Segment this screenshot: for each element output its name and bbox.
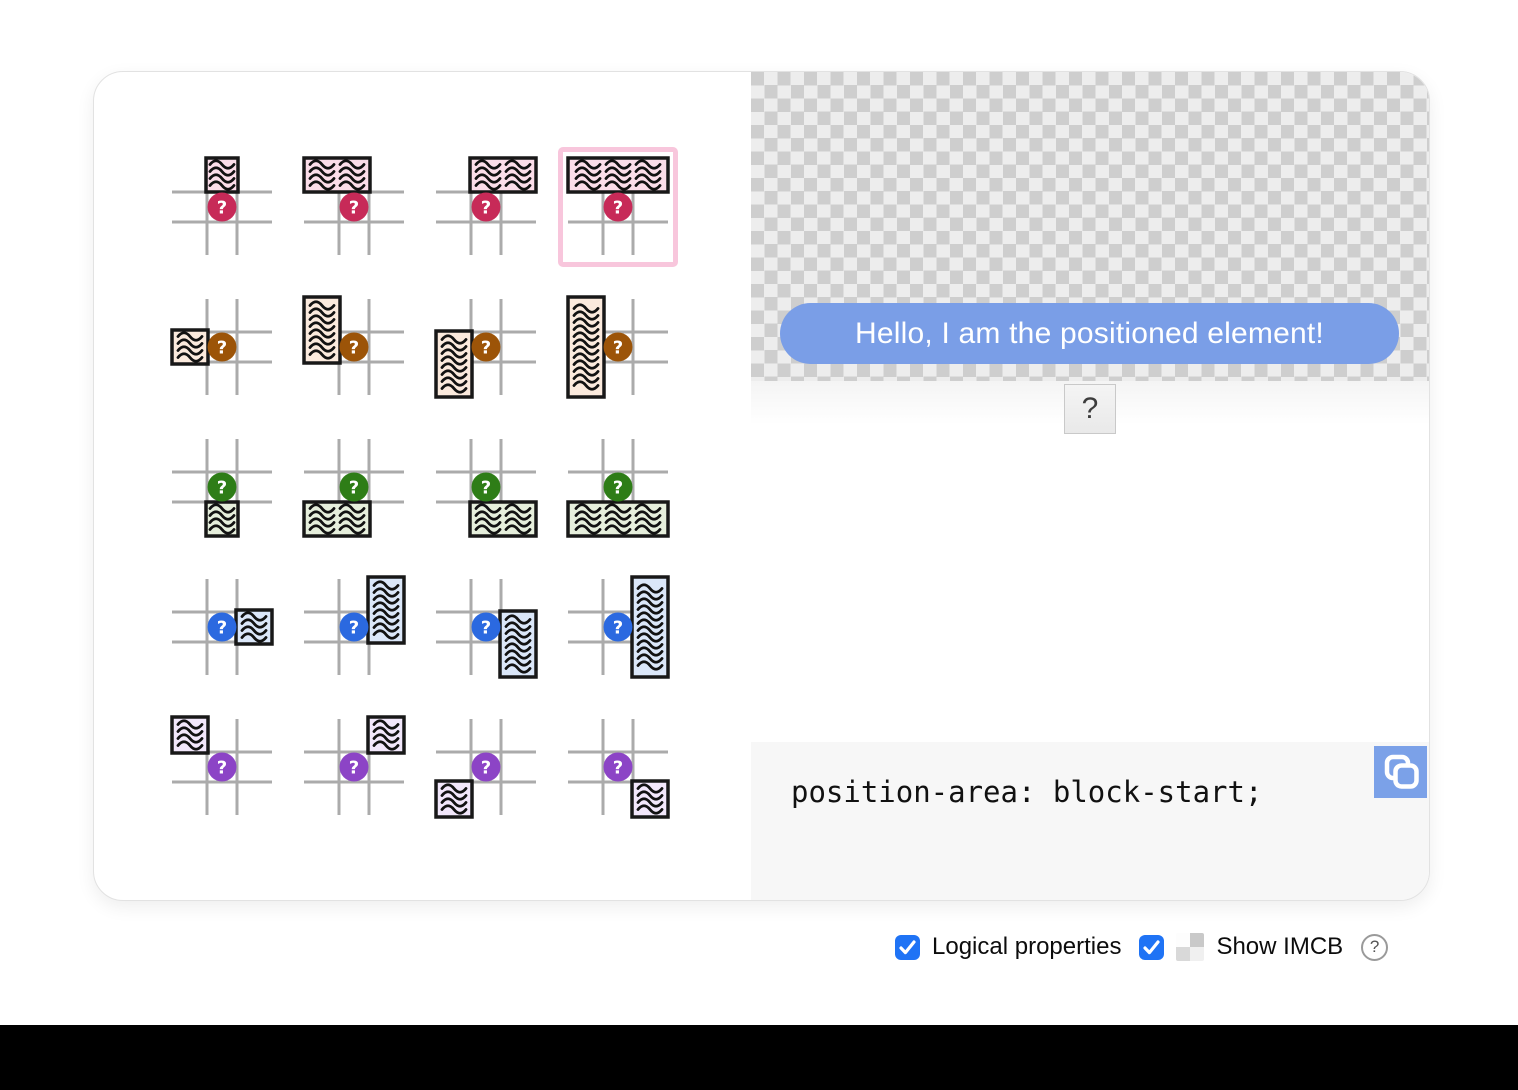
position-area-option-block-end-center[interactable]: ? <box>156 417 288 557</box>
svg-text:?: ? <box>217 478 227 499</box>
check-icon <box>899 940 916 955</box>
svg-text:?: ? <box>481 478 491 499</box>
svg-text:?: ? <box>349 618 359 639</box>
svg-text:?: ? <box>349 338 359 359</box>
svg-text:?: ? <box>481 758 491 779</box>
check-icon <box>1143 940 1160 955</box>
position-area-option-block-end-inline-end[interactable]: ? <box>552 697 684 837</box>
show-imcb-label: Show IMCB <box>1216 933 1343 961</box>
svg-text:?: ? <box>349 758 359 779</box>
position-area-option-block-end-inline-start[interactable]: ? <box>420 697 552 837</box>
css-declaration: position-area: block-start; <box>791 775 1262 809</box>
position-area-option-inline-start-span-end[interactable]: ? <box>420 277 552 417</box>
positioned-element: Hello, I am the positioned element! <box>780 303 1399 364</box>
position-area-option-block-start-inline-start[interactable]: ? <box>156 697 288 837</box>
position-area-option-block-end-full[interactable]: ? <box>552 417 684 557</box>
transparency-checker-icon <box>1176 933 1204 961</box>
position-area-option-block-start-span-start[interactable]: ? <box>288 137 420 277</box>
anchor-element: ? <box>1064 384 1116 434</box>
svg-text:?: ? <box>217 198 227 219</box>
position-area-option-inline-start-full[interactable]: ? <box>552 277 684 417</box>
position-area-option-inline-end-span-start[interactable]: ? <box>288 557 420 697</box>
svg-text:?: ? <box>349 198 359 219</box>
copy-icon <box>1374 746 1427 798</box>
svg-text:?: ? <box>613 198 623 219</box>
svg-text:?: ? <box>481 198 491 219</box>
position-area-option-block-start-full[interactable]: ? <box>552 137 684 277</box>
svg-text:?: ? <box>217 618 227 639</box>
svg-text:?: ? <box>217 758 227 779</box>
svg-text:?: ? <box>613 478 623 499</box>
position-area-option-inline-end-center[interactable]: ? <box>156 557 288 697</box>
position-area-option-block-end-span-end[interactable]: ? <box>420 417 552 557</box>
help-circle-icon[interactable]: ? <box>1361 934 1388 961</box>
svg-text:?: ? <box>481 618 491 639</box>
code-panel: position-area: block-start; <box>751 742 1429 900</box>
position-area-option-block-start-center[interactable]: ? <box>156 137 288 277</box>
position-area-option-block-start-inline-end[interactable]: ? <box>288 697 420 837</box>
position-area-option-block-end-span-start[interactable]: ? <box>288 417 420 557</box>
logical-properties-label: Logical properties <box>932 933 1121 961</box>
copy-button[interactable] <box>1374 746 1427 798</box>
settings-row: Logical properties Show IMCB ? <box>895 928 1388 966</box>
svg-text:?: ? <box>481 338 491 359</box>
screenshot-bottom-bar <box>0 1025 1518 1090</box>
svg-text:?: ? <box>613 758 623 779</box>
svg-text:?: ? <box>613 618 623 639</box>
position-area-option-inline-end-full[interactable]: ? <box>552 557 684 697</box>
position-area-option-inline-start-span-start[interactable]: ? <box>288 277 420 417</box>
position-area-option-inline-start-center[interactable]: ? <box>156 277 288 417</box>
logical-properties-checkbox[interactable] <box>895 935 920 960</box>
svg-text:?: ? <box>613 338 623 359</box>
position-area-matrix: ???????????????????? <box>156 137 684 837</box>
position-area-option-inline-end-span-end[interactable]: ? <box>420 557 552 697</box>
position-area-option-block-start-span-end[interactable]: ? <box>420 137 552 277</box>
position-area-tool-card: ???????????????????? Hello, I am the pos… <box>93 71 1430 901</box>
svg-text:?: ? <box>349 478 359 499</box>
show-imcb-checkbox[interactable] <box>1139 935 1164 960</box>
svg-text:?: ? <box>217 338 227 359</box>
